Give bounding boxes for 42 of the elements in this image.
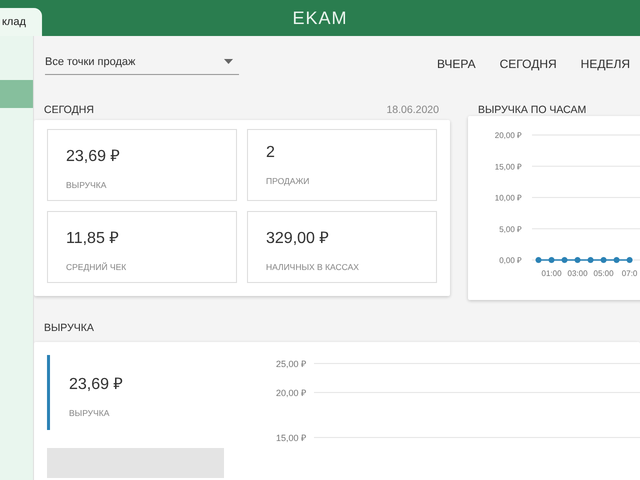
data-point bbox=[536, 257, 542, 263]
metric-value: 23,69 ₽ bbox=[69, 375, 122, 394]
metric-label: НАЛИЧНЫХ В КАССАХ bbox=[266, 262, 360, 272]
data-point bbox=[614, 257, 620, 263]
metric-value: 329,00 ₽ bbox=[266, 229, 330, 248]
y-tick-label: 5,00 ₽ bbox=[499, 224, 522, 234]
y-tick-label: 15,00 ₽ bbox=[494, 162, 522, 172]
outlet-dropdown[interactable]: Все точки продаж bbox=[45, 56, 239, 74]
x-tick-label: 07:0 bbox=[622, 269, 638, 278]
metric-value: 2 bbox=[266, 144, 276, 162]
metric-label: ПРОДАЖИ bbox=[266, 176, 310, 186]
metric-label: СРЕДНИЙ ЧЕК bbox=[66, 262, 128, 272]
y-tick-label: 25,00 ₽ bbox=[274, 358, 306, 370]
sidebar-item[interactable] bbox=[0, 80, 33, 108]
data-point bbox=[626, 257, 633, 263]
period-tab[interactable]: СЕГОДНЯ bbox=[490, 53, 567, 77]
y-tick-label: 20,00 ₽ bbox=[274, 387, 306, 399]
section-title: СЕГОДНЯ bbox=[44, 104, 94, 116]
data-point bbox=[562, 257, 568, 263]
metric-value: 11,85 ₽ bbox=[66, 229, 120, 248]
y-tick-label: 10,00 ₽ bbox=[494, 194, 522, 202]
y-tick-label: 20,00 ₽ bbox=[494, 131, 522, 140]
data-point bbox=[548, 257, 555, 263]
caret-icon bbox=[224, 59, 233, 64]
metric-label: ВЫРУЧКА bbox=[69, 408, 110, 418]
y-tick-label: 0,00 ₽ bbox=[499, 256, 522, 265]
date-label: 18.06.2020 bbox=[386, 104, 439, 116]
warehouse-tab[interactable]: клад bbox=[0, 8, 42, 36]
section-title: ВЫРУЧКА bbox=[44, 322, 94, 334]
data-point bbox=[600, 257, 607, 263]
period-tab[interactable]: ВЧЕРА bbox=[426, 53, 486, 77]
data-point bbox=[588, 257, 594, 263]
metric-value: 23,69 ₽ bbox=[66, 147, 120, 166]
data-point bbox=[574, 257, 581, 263]
period-tab[interactable]: НЕДЕЛЯ bbox=[570, 53, 640, 77]
x-tick-label: 03:00 bbox=[568, 269, 588, 278]
metric-label: ВЫРУЧКА bbox=[66, 180, 108, 190]
y-tick-label: 15,00 ₽ bbox=[274, 432, 306, 444]
x-tick-label: 01:00 bbox=[542, 269, 562, 278]
x-tick-label: 05:00 bbox=[594, 269, 614, 278]
section-title: ВЫРУЧКА ПО ЧАСАМ bbox=[478, 104, 586, 116]
logo: EKAM bbox=[292, 8, 348, 28]
